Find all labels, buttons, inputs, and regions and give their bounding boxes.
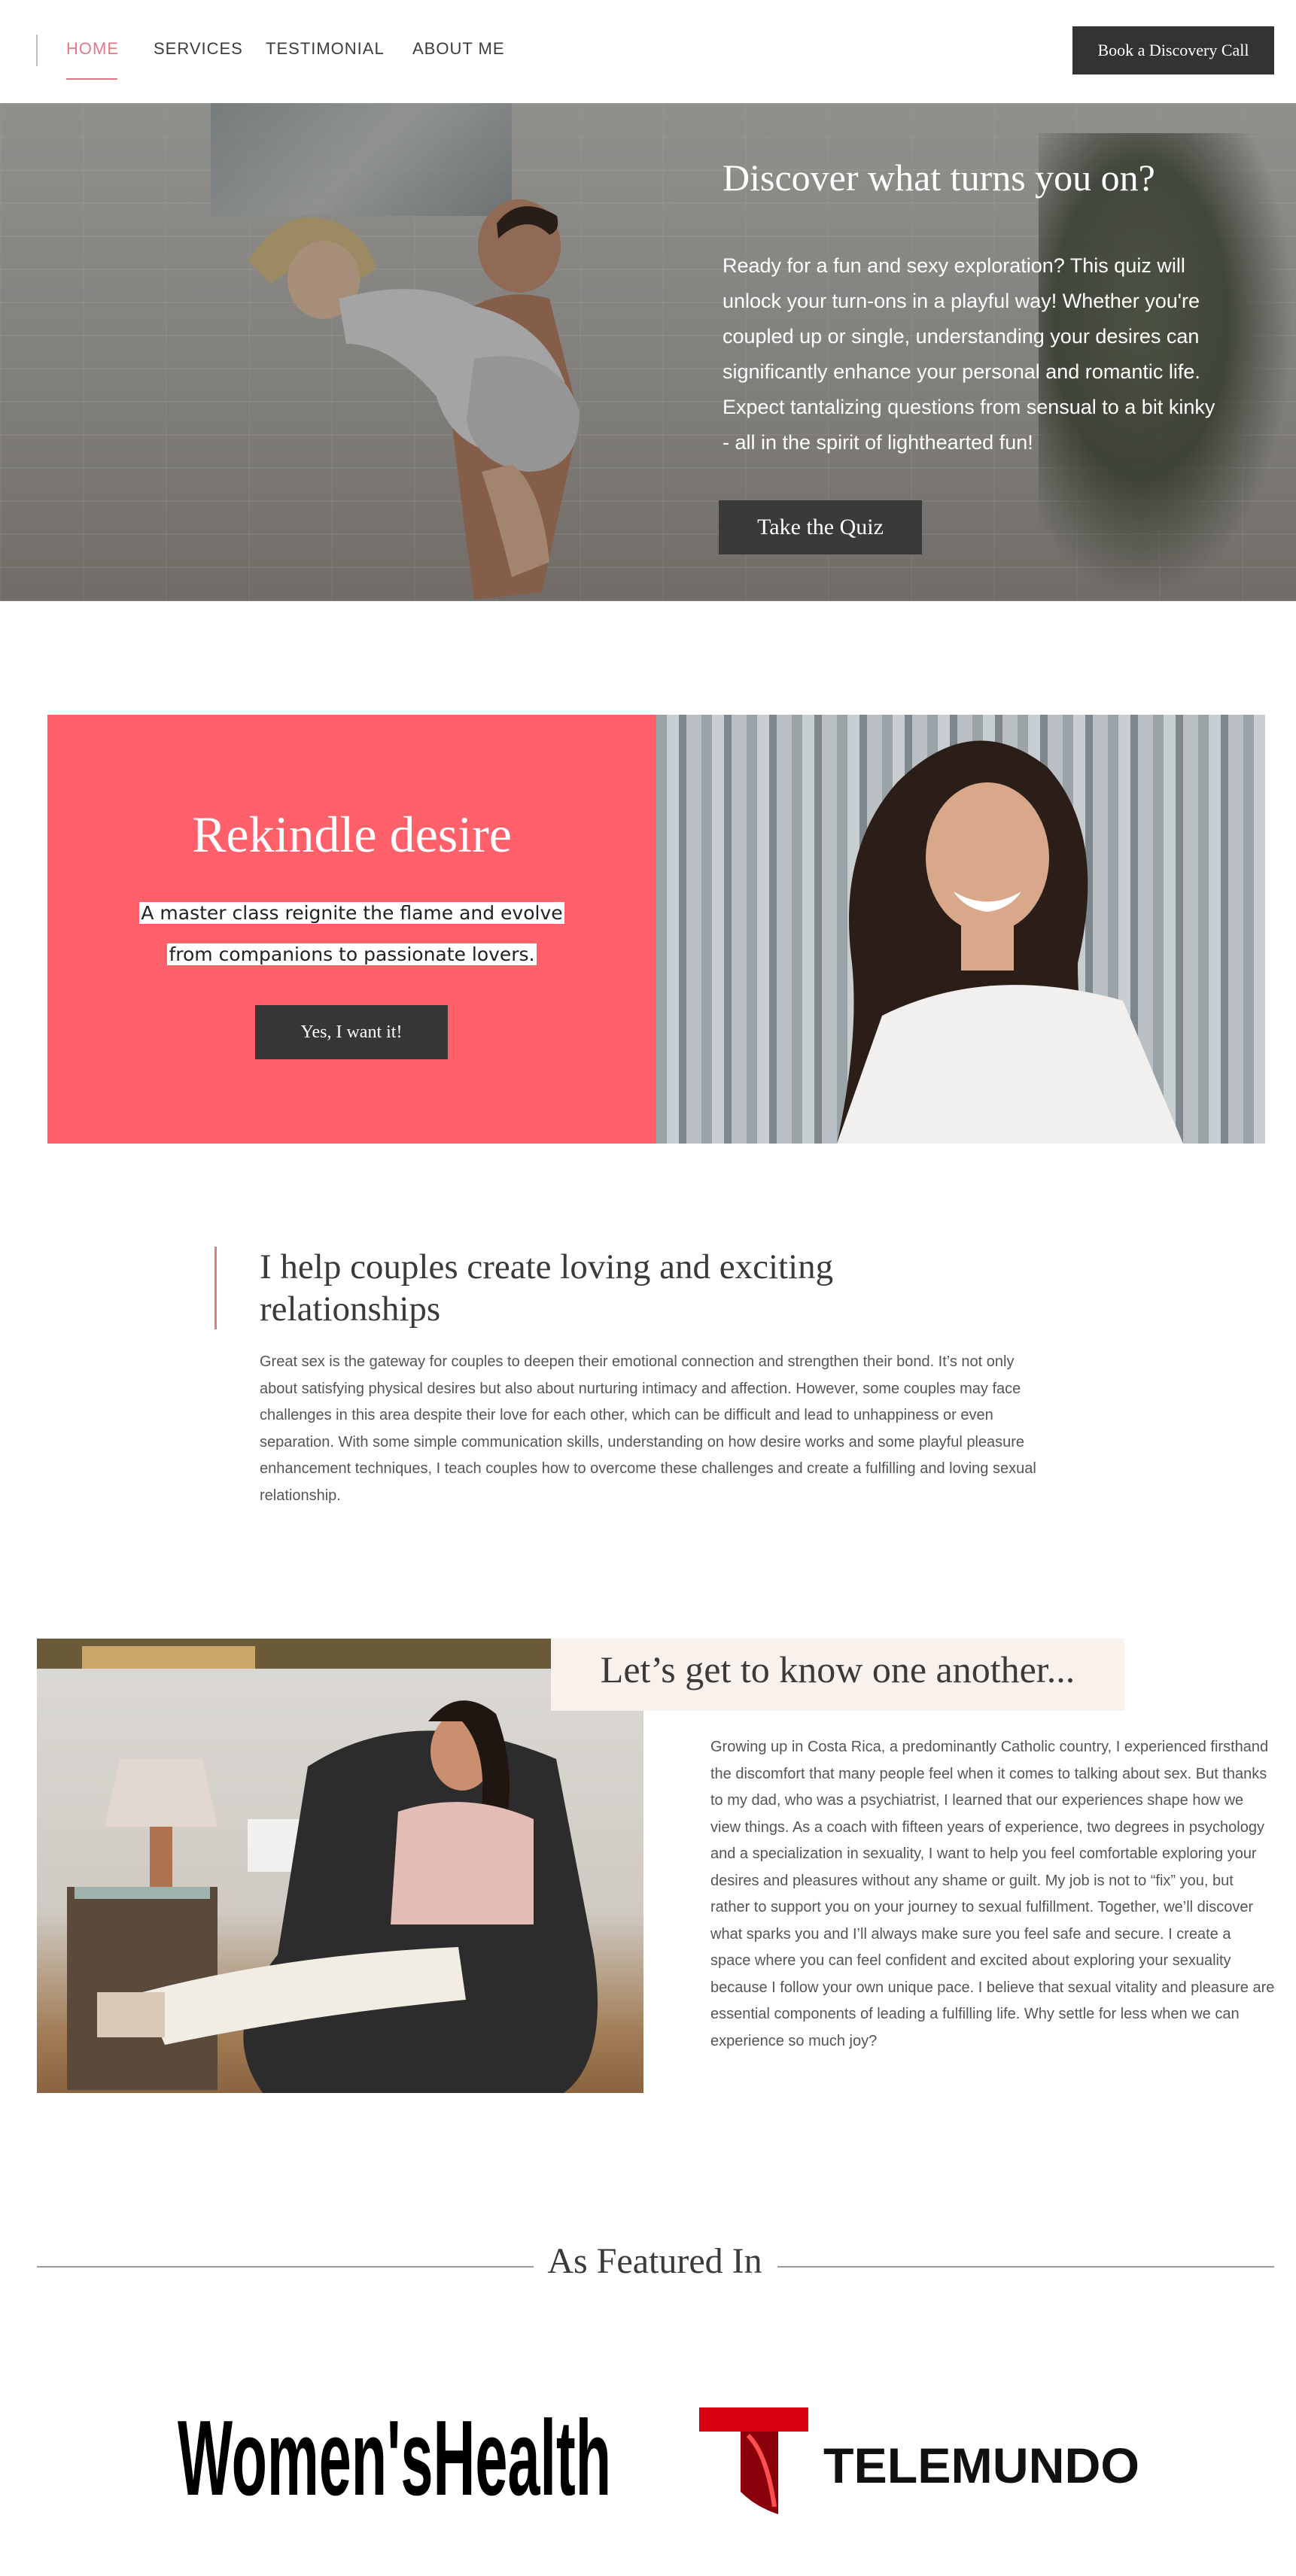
featured-rule-right (777, 2266, 1274, 2268)
help-description: Great sex is the gateway for couples to … (260, 1353, 1036, 1504)
hero-section: Discover what turns you on? Ready for a … (0, 103, 1296, 601)
nav-link-testimonial[interactable]: TESTIMONIAL (266, 39, 385, 59)
coach-portrait-image (656, 715, 1265, 1144)
hero-description: Ready for a fun and sexy exploration? Th… (723, 254, 1215, 454)
nav-divider (36, 35, 38, 66)
help-title: I help couples create loving and excitin… (260, 1247, 834, 1329)
rekindle-subtitle-line-2: from companions to passionate lovers. (167, 943, 537, 965)
rekindle-subtitle: A master class reignite the flame and ev… (47, 892, 656, 975)
top-nav: HOME SERVICES TESTIMONIAL ABOUT ME Book … (0, 0, 1296, 103)
take-quiz-button[interactable]: Take the Quiz (719, 500, 922, 554)
womens-health-logo-text: Women'sHealth (178, 2410, 611, 2508)
featured-rule-left (37, 2266, 534, 2268)
nav-link-home[interactable]: HOME (66, 39, 119, 59)
telemundo-logo: TELEMUNDO (695, 2401, 1147, 2522)
nav-link-about-me[interactable]: ABOUT ME (412, 39, 505, 59)
help-accent-bar (214, 1247, 217, 1329)
rekindle-title: Rekindle desire (192, 806, 512, 863)
rekindle-panel: Rekindle desire A master class reignite … (47, 715, 656, 1144)
hero-title: Discover what turns you on? (723, 156, 1155, 199)
rekindle-section: Rekindle desire A master class reignite … (47, 715, 1265, 1144)
womens-health-logo: Women'sHealth (178, 2398, 611, 2518)
nav-active-underline (66, 78, 117, 80)
know-description: Growing up in Costa Rica, a predominantl… (710, 1739, 1275, 2049)
rekindle-subtitle-line-1: A master class reignite the flame and ev… (139, 902, 564, 924)
book-discovery-call-button[interactable]: Book a Discovery Call (1072, 26, 1274, 74)
yes-i-want-it-button[interactable]: Yes, I want it! (255, 1005, 448, 1059)
know-title: Let’s get to know one another... (600, 1648, 1075, 1690)
nav-link-services[interactable]: SERVICES (154, 39, 243, 59)
featured-title: As Featured In (547, 2241, 762, 2281)
telemundo-logo-text: TELEMUNDO (823, 2438, 1139, 2493)
